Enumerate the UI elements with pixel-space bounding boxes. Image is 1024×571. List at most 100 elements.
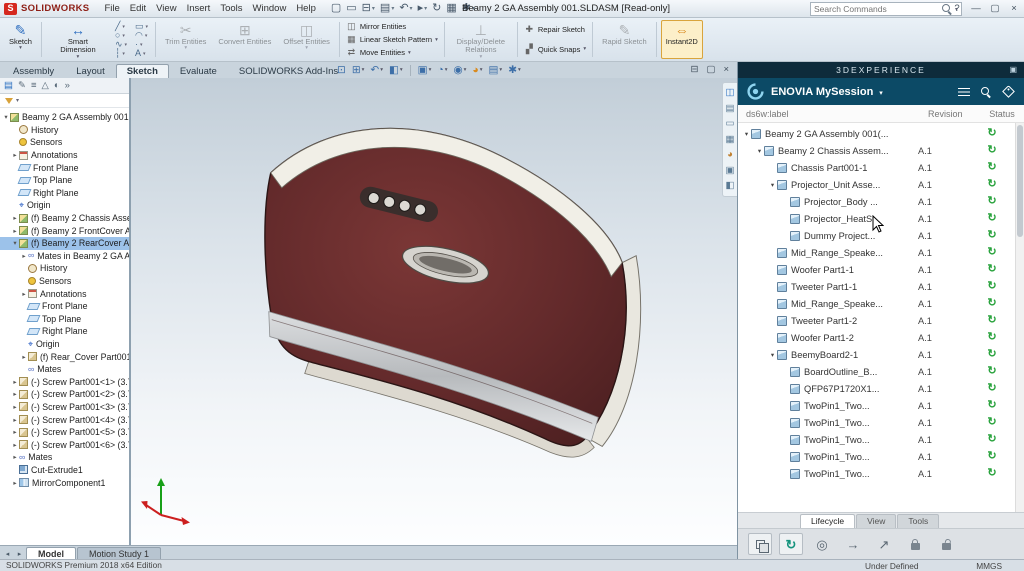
enovia-row[interactable]: Woofer Part1-2A.1↻ [738, 329, 1014, 346]
select-button[interactable]: ▸▾ [416, 3, 430, 14]
forum-icon[interactable]: ◧ [726, 181, 735, 191]
enovia-row[interactable]: ▾Beamy 2 Chassis Assem...A.1↻ [738, 142, 1014, 159]
file-properties-button[interactable]: ▦ [444, 3, 458, 14]
expand-arrow-icon[interactable]: ▾ [768, 351, 777, 359]
menu-edit[interactable]: Edit [125, 3, 151, 14]
tree-item[interactable]: Top Plane [0, 174, 129, 187]
filter-caret-icon[interactable]: ▾ [16, 97, 19, 104]
appearances-icon[interactable]: ◕ [727, 150, 733, 160]
design-library-icon[interactable]: ▤ [726, 104, 735, 114]
expand-arrow-icon[interactable]: ▸ [20, 290, 28, 298]
expand-arrow-icon[interactable]: ▾ [755, 147, 764, 155]
enovia-row[interactable]: Tweeter Part1-1A.1↻ [738, 278, 1014, 295]
expand-arrow-icon[interactable]: ▸ [11, 378, 19, 386]
tab-solidworks-add-ins[interactable]: SOLIDWORKS Add-Ins [228, 64, 349, 78]
scroll-tabs-right-icon[interactable]: ▸ [14, 551, 25, 559]
expand-arrow-icon[interactable]: ▸ [11, 479, 19, 487]
view-selector-icon[interactable]: ⊟ [690, 65, 698, 75]
fullscreen-icon[interactable]: ▢ [706, 65, 715, 75]
propertymanager-tab-icon[interactable]: ✎ [18, 80, 26, 91]
tree-item[interactable]: ▸∞Mates in Beamy 2 GA Asse [0, 250, 129, 263]
tree-item[interactable]: ▸MirrorComponent1 [0, 476, 129, 489]
close-pane-icon[interactable]: × [723, 65, 729, 75]
route-button[interactable]: → [841, 533, 865, 555]
tree-item[interactable]: ⌖Origin [0, 199, 129, 212]
explore-button[interactable]: ◎ [810, 533, 834, 555]
trim-entities-button[interactable]: ✂Trim Entities▾ [160, 20, 211, 59]
search-icon[interactable] [978, 87, 994, 97]
command-search[interactable]: ▾ [810, 2, 962, 16]
custom-properties-icon[interactable]: ▣ [726, 166, 735, 176]
quick-snaps-button[interactable]: ▞Quick Snaps▾ [524, 45, 586, 54]
enovia-row[interactable]: ▾Projector_Unit Asse...A.1↻ [738, 176, 1014, 193]
tree-item[interactable]: Right Plane [0, 325, 129, 338]
feature-filter-row[interactable]: ▾ [0, 94, 129, 108]
graphics-viewport[interactable]: ◫▤▭▦◕▣◧ [131, 78, 737, 545]
enovia-row[interactable]: Mid_Range_Speake...A.1↻ [738, 244, 1014, 261]
search-commands-input[interactable] [814, 4, 939, 14]
tree-item[interactable]: ⌖Origin [0, 338, 129, 351]
enovia-row[interactable]: TwoPin1_Two...A.1↻ [738, 465, 1014, 482]
restore-icon[interactable]: ▢ [989, 4, 1001, 14]
expand-arrow-icon[interactable]: ▾ [2, 113, 10, 121]
filter-icon[interactable] [5, 98, 13, 104]
refresh-button[interactable]: ↻ [779, 533, 803, 555]
tree-item[interactable]: ▸(-) Screw Part001<6> (3.75 x [0, 438, 129, 451]
repair-sketch-button[interactable]: ✚Repair Sketch [524, 25, 586, 34]
menu-view[interactable]: View [151, 3, 181, 14]
featuremanager-tab-icon[interactable]: ▤ [4, 80, 13, 91]
menu-icon[interactable] [956, 87, 972, 97]
tree-item[interactable]: ▸(-) Screw Part001<5> (3.75 x [0, 426, 129, 439]
tree-item[interactable]: Right Plane [0, 187, 129, 200]
tab-assembly[interactable]: Assembly [2, 64, 65, 78]
menu-tools[interactable]: Tools [215, 3, 247, 14]
promote-button[interactable]: ↗ [872, 533, 896, 555]
smart-dimension-button[interactable]: ↔Smart Dimension▾ [46, 20, 110, 59]
convert-entities-button[interactable]: ⊞Convert Entities [213, 20, 276, 59]
displaymanager-tab-icon[interactable]: ◐ [54, 80, 60, 91]
display-style-button[interactable]: ◔▾ [435, 65, 449, 76]
tree-item[interactable]: ∞Mates [0, 363, 129, 376]
menu-file[interactable]: File [99, 3, 124, 14]
expand-arrow-icon[interactable]: ▸ [11, 453, 19, 461]
enovia-row[interactable]: Projector_Body ...A.1↻ [738, 193, 1014, 210]
session-caret-icon[interactable]: ▾ [879, 89, 883, 97]
enovia-row[interactable]: Mid_Range_Speake...A.1↻ [738, 295, 1014, 312]
print-button[interactable]: ▤▾ [378, 3, 396, 14]
tree-item[interactable]: Top Plane [0, 313, 129, 326]
enovia-row[interactable]: TwoPin1_Two...A.1↻ [738, 431, 1014, 448]
section-view-button[interactable]: ◧▾ [387, 65, 405, 76]
zoom-fit-button[interactable]: ⊡ [335, 65, 348, 76]
tab-evaluate[interactable]: Evaluate [169, 64, 228, 78]
doc-tab-model[interactable]: Model [26, 547, 76, 559]
menu-insert[interactable]: Insert [182, 3, 216, 14]
copy-state-button[interactable] [748, 533, 772, 555]
new-button[interactable]: ▢ [329, 3, 343, 14]
enovia-row[interactable]: TwoPin1_Two...A.1↻ [738, 397, 1014, 414]
3dexperience-tab-icon[interactable]: ◫ [726, 88, 735, 98]
undock-icon[interactable]: ▣ [1009, 66, 1019, 74]
previous-view-button[interactable]: ↶▾ [368, 65, 385, 76]
scroll-tabs-left-icon[interactable]: ◂ [2, 551, 13, 559]
tree-item[interactable]: ▸∞Mates [0, 451, 129, 464]
tree-item[interactable]: Sensors [0, 136, 129, 149]
view-orientation-button[interactable]: ▣▾ [416, 65, 434, 76]
apply-scene-button[interactable]: ▤▾ [487, 65, 505, 76]
tree-item[interactable]: ▸Annotations [0, 149, 129, 162]
open-button[interactable]: ▭ [344, 3, 358, 14]
rebuild-button[interactable]: ↻ [430, 3, 443, 14]
enovia-row[interactable]: Tweeter Part1-2A.1↻ [738, 312, 1014, 329]
expand-tabs-icon[interactable]: » [65, 80, 70, 91]
expand-arrow-icon[interactable]: ▸ [11, 390, 19, 398]
view-settings-button[interactable]: ✱▾ [506, 65, 523, 76]
enovia-row[interactable]: BoardOutline_B...A.1↻ [738, 363, 1014, 380]
tree-item[interactable]: ▸(f) Beamy 2 FrontCover Assem [0, 224, 129, 237]
linear-sketch-pattern-button[interactable]: ▦Linear Sketch Pattern▾ [346, 35, 438, 44]
save-button[interactable]: ⊟▾ [360, 3, 377, 14]
scrollbar[interactable] [1015, 123, 1024, 512]
tree-item[interactable]: ▸Annotations [0, 287, 129, 300]
offset-entities-button[interactable]: ◫Offset Entities▾ [278, 20, 335, 59]
expand-arrow-icon[interactable]: ▾ [768, 181, 777, 189]
zoom-area-button[interactable]: ⊞▾ [350, 65, 367, 76]
enovia-row[interactable]: QFP67P1720X1...A.1↻ [738, 380, 1014, 397]
